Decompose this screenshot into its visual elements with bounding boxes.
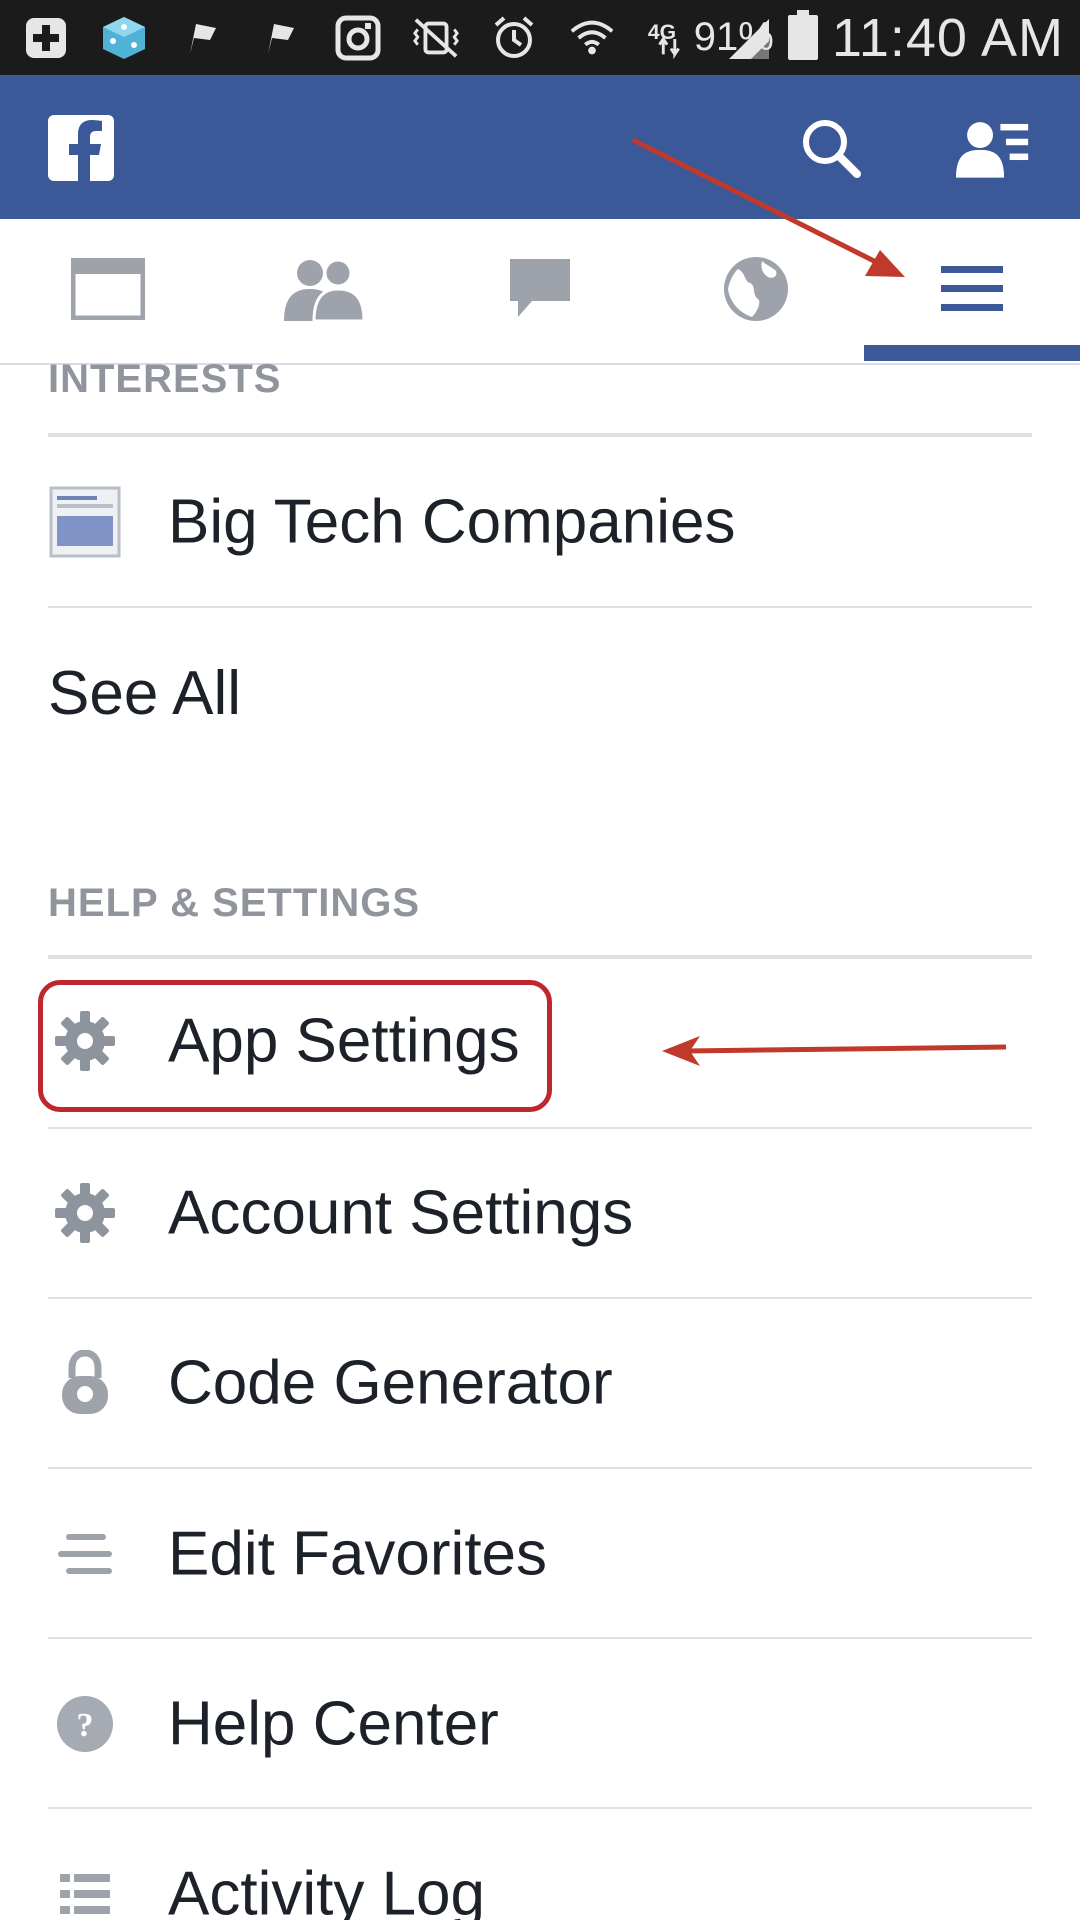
top-header xyxy=(0,75,1080,219)
friend-requests-icon[interactable] xyxy=(956,111,1030,185)
section-header-interests: INTERESTS xyxy=(48,363,282,401)
feed-list-icon xyxy=(48,485,122,559)
alarm-icon xyxy=(490,14,538,62)
menu-item-label: Code Generator xyxy=(168,1348,613,1418)
menu-item-account-settings[interactable]: Account Settings xyxy=(0,1129,1080,1297)
active-tab-indicator xyxy=(864,345,1080,361)
menu-item-help-center[interactable]: ? Help Center xyxy=(0,1639,1080,1809)
news-feed-icon xyxy=(70,257,146,325)
tab-messages[interactable] xyxy=(432,219,648,363)
notifications-globe-icon xyxy=(722,255,790,328)
vibrate-mute-icon xyxy=(412,14,460,62)
dice-app-icon xyxy=(100,14,148,62)
lock-icon xyxy=(48,1346,122,1420)
messages-icon xyxy=(508,257,572,326)
instagram-icon xyxy=(334,14,382,62)
menu-item-activity-log[interactable]: Activity Log xyxy=(0,1809,1080,1920)
section-header-help-settings: HELP & SETTINGS xyxy=(48,881,421,925)
menu-item-code-generator[interactable]: Code Generator xyxy=(0,1299,1080,1467)
tab-bar xyxy=(0,219,1080,365)
wifi-icon xyxy=(568,14,616,62)
battery-percent: 91% xyxy=(693,15,774,59)
menu-icon xyxy=(939,264,1005,319)
menu-item-label: Account Settings xyxy=(168,1178,634,1248)
lte-icon: 4G xyxy=(646,14,694,62)
friends-icon xyxy=(282,257,366,326)
facebook-logo[interactable] xyxy=(48,115,114,181)
menu-item-label: Help Center xyxy=(168,1689,499,1759)
see-all-link[interactable]: See All xyxy=(48,658,241,729)
divider xyxy=(48,606,1032,608)
tab-friends[interactable] xyxy=(216,219,432,363)
list-icon xyxy=(48,1857,122,1920)
clock: 11:40 AM xyxy=(831,7,1064,68)
highlight-box xyxy=(38,980,552,1112)
menu-item-label: Activity Log xyxy=(168,1859,486,1920)
search-icon[interactable] xyxy=(794,111,868,185)
menu-item-edit-favorites[interactable]: Edit Favorites xyxy=(0,1469,1080,1639)
add-icon xyxy=(22,14,70,62)
question-icon: ? xyxy=(48,1687,122,1761)
status-right: 91% 11:40 AM xyxy=(694,0,1064,75)
tab-news-feed[interactable] xyxy=(0,219,216,363)
gear-icon xyxy=(48,1176,122,1250)
flag-icon xyxy=(178,14,226,62)
menu-item-big-tech-companies[interactable]: Big Tech Companies xyxy=(0,437,1080,607)
lines-icon xyxy=(48,1517,122,1591)
menu-list: INTERESTS Big Tech Companies See All HEL… xyxy=(0,363,1080,1920)
menu-item-label: Big Tech Companies xyxy=(168,487,736,557)
tab-menu[interactable] xyxy=(864,219,1080,363)
notification-icons: 4G xyxy=(22,10,772,65)
flag-icon xyxy=(256,14,304,62)
svg-text:?: ? xyxy=(77,1707,94,1744)
menu-item-label: Edit Favorites xyxy=(168,1519,548,1589)
battery-icon xyxy=(787,10,818,65)
tab-notifications[interactable] xyxy=(648,219,864,363)
status-bar: 4G 91% 11:40 AM xyxy=(0,0,1080,75)
